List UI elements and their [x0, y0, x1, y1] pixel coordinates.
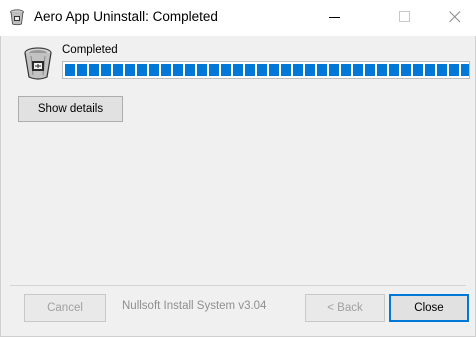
recycle-bin-icon	[8, 8, 26, 26]
progress-bar	[62, 61, 470, 79]
status-label: Completed	[62, 44, 118, 56]
progress-fill	[65, 64, 469, 76]
window-title: Aero App Uninstall: Completed	[34, 9, 218, 24]
divider	[10, 285, 466, 287]
recycle-bin-icon	[20, 44, 58, 82]
minimize-button[interactable]	[312, 0, 358, 34]
uninstaller-window: Aero App Uninstall: Completed Completed …	[0, 0, 476, 337]
maximize-icon	[399, 11, 410, 22]
minimize-icon	[329, 17, 340, 18]
close-window-button[interactable]	[432, 0, 476, 34]
back-button[interactable]: < Back	[305, 294, 385, 322]
close-button[interactable]: Close	[389, 294, 469, 322]
show-details-button[interactable]: Show details	[18, 96, 123, 122]
maximize-button[interactable]	[382, 0, 428, 34]
branding-text: Nullsoft Install System v3.04	[122, 300, 267, 312]
close-icon	[449, 11, 461, 23]
title-bar[interactable]: Aero App Uninstall: Completed	[0, 0, 476, 36]
cancel-button[interactable]: Cancel	[24, 294, 106, 322]
